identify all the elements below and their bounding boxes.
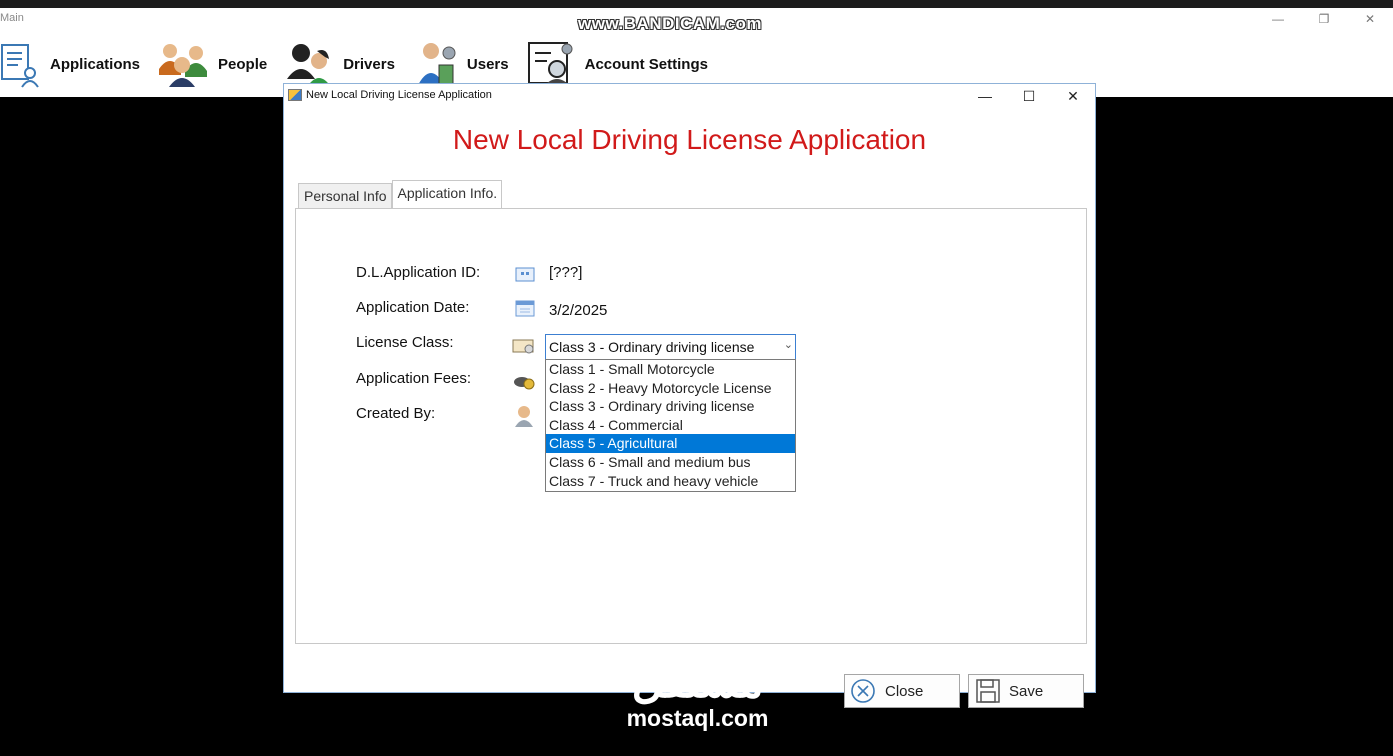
dialog-minimize-button[interactable]: — — [963, 84, 1007, 108]
main-window-controls: — ❐ ✕ — [1255, 8, 1393, 30]
tab-personal-info[interactable]: Personal Info — [298, 183, 392, 209]
save-button[interactable]: Save — [968, 674, 1084, 708]
screen: Main www.BANDICAM.com — ❐ ✕ Applications… — [0, 0, 1393, 756]
close-button-label: Close — [885, 682, 924, 700]
dropdown-option-highlighted[interactable]: Class 5 - Agricultural — [546, 434, 795, 453]
user-icon — [513, 404, 535, 428]
license-class-dropdown-list: Class 1 - Small Motorcycle Class 2 - Hea… — [545, 359, 796, 492]
floppy-disk-icon — [973, 677, 1003, 705]
main-window-title: Main — [0, 12, 24, 24]
logo-arabic-text: مستقل — [631, 658, 764, 707]
menu-label: Account Settings — [584, 55, 708, 73]
dialog-window-controls: — ☐ ✕ — [963, 84, 1095, 108]
dialog-maximize-button[interactable]: ☐ — [1007, 84, 1051, 108]
dropdown-option[interactable]: Class 3 - Ordinary driving license — [546, 397, 795, 416]
fees-label: Application Fees: — [356, 370, 472, 387]
dialog-titlebar: New Local Driving License Application — … — [284, 84, 1095, 108]
dialog-close-x-button[interactable]: ✕ — [1051, 84, 1095, 108]
license-class-combobox[interactable]: Class 3 - Ordinary driving license ⌄ — [545, 334, 796, 360]
dialog-body: New Local Driving License Application Pe… — [284, 108, 1095, 708]
logo-latin-text: mostaql.com — [626, 705, 769, 731]
minimize-button[interactable]: — — [1255, 8, 1301, 30]
chevron-down-icon[interactable]: ⌄ — [784, 338, 793, 351]
dialog-title: New Local Driving License Application — [306, 89, 492, 101]
app-date-label: Application Date: — [356, 299, 470, 316]
mostaql-watermark-logo: مستقل mostaql.com — [610, 658, 785, 731]
new-application-dialog: New Local Driving License Application — … — [283, 83, 1096, 708]
app-date-value: 3/2/2025 — [549, 302, 608, 319]
close-window-button[interactable]: ✕ — [1347, 8, 1393, 30]
account-settings-icon — [525, 39, 579, 89]
id-card-icon — [515, 265, 535, 283]
recording-watermark: www.BANDICAM.com — [578, 14, 762, 33]
menu-item-applications[interactable]: Applications — [0, 34, 140, 94]
document-user-icon — [0, 39, 44, 89]
tab-application-info[interactable]: Application Info. — [391, 180, 503, 209]
dropdown-option[interactable]: Class 2 - Heavy Motorcycle License — [546, 379, 795, 398]
menu-label: Drivers — [343, 55, 395, 73]
license-class-label: License Class: — [356, 334, 454, 351]
license-card-icon — [512, 336, 536, 354]
users-gear-icon — [411, 39, 461, 89]
menu-label: People — [218, 55, 268, 73]
close-button[interactable]: Close — [844, 674, 960, 708]
menu-label: Applications — [50, 55, 141, 73]
dropdown-option[interactable]: Class 4 - Commercial — [546, 416, 795, 435]
money-icon — [512, 372, 536, 390]
close-circle-icon — [849, 677, 879, 705]
form-header: New Local Driving License Application — [452, 124, 927, 155]
drivers-icon — [283, 39, 337, 89]
tab-strip: Personal Info Application Info. — [298, 180, 503, 209]
dropdown-option[interactable]: Class 6 - Small and medium bus — [546, 453, 795, 472]
app-id-value: [???] — [549, 264, 583, 281]
calendar-icon — [515, 299, 535, 317]
people-group-icon — [156, 39, 212, 89]
app-id-label: D.L.Application ID: — [356, 264, 481, 281]
combobox-selected-value: Class 3 - Ordinary driving license — [549, 339, 755, 355]
app-window-icon — [288, 89, 302, 101]
menu-item-people[interactable]: People — [156, 34, 267, 94]
restore-button[interactable]: ❐ — [1301, 8, 1347, 30]
save-button-label: Save — [1009, 682, 1044, 700]
dropdown-option[interactable]: Class 1 - Small Motorcycle — [546, 360, 795, 379]
menu-label: Users — [466, 55, 509, 73]
top-strip — [0, 0, 1393, 8]
dropdown-option[interactable]: Class 7 - Truck and heavy vehicle — [546, 472, 795, 491]
created-by-label: Created By: — [356, 405, 436, 422]
